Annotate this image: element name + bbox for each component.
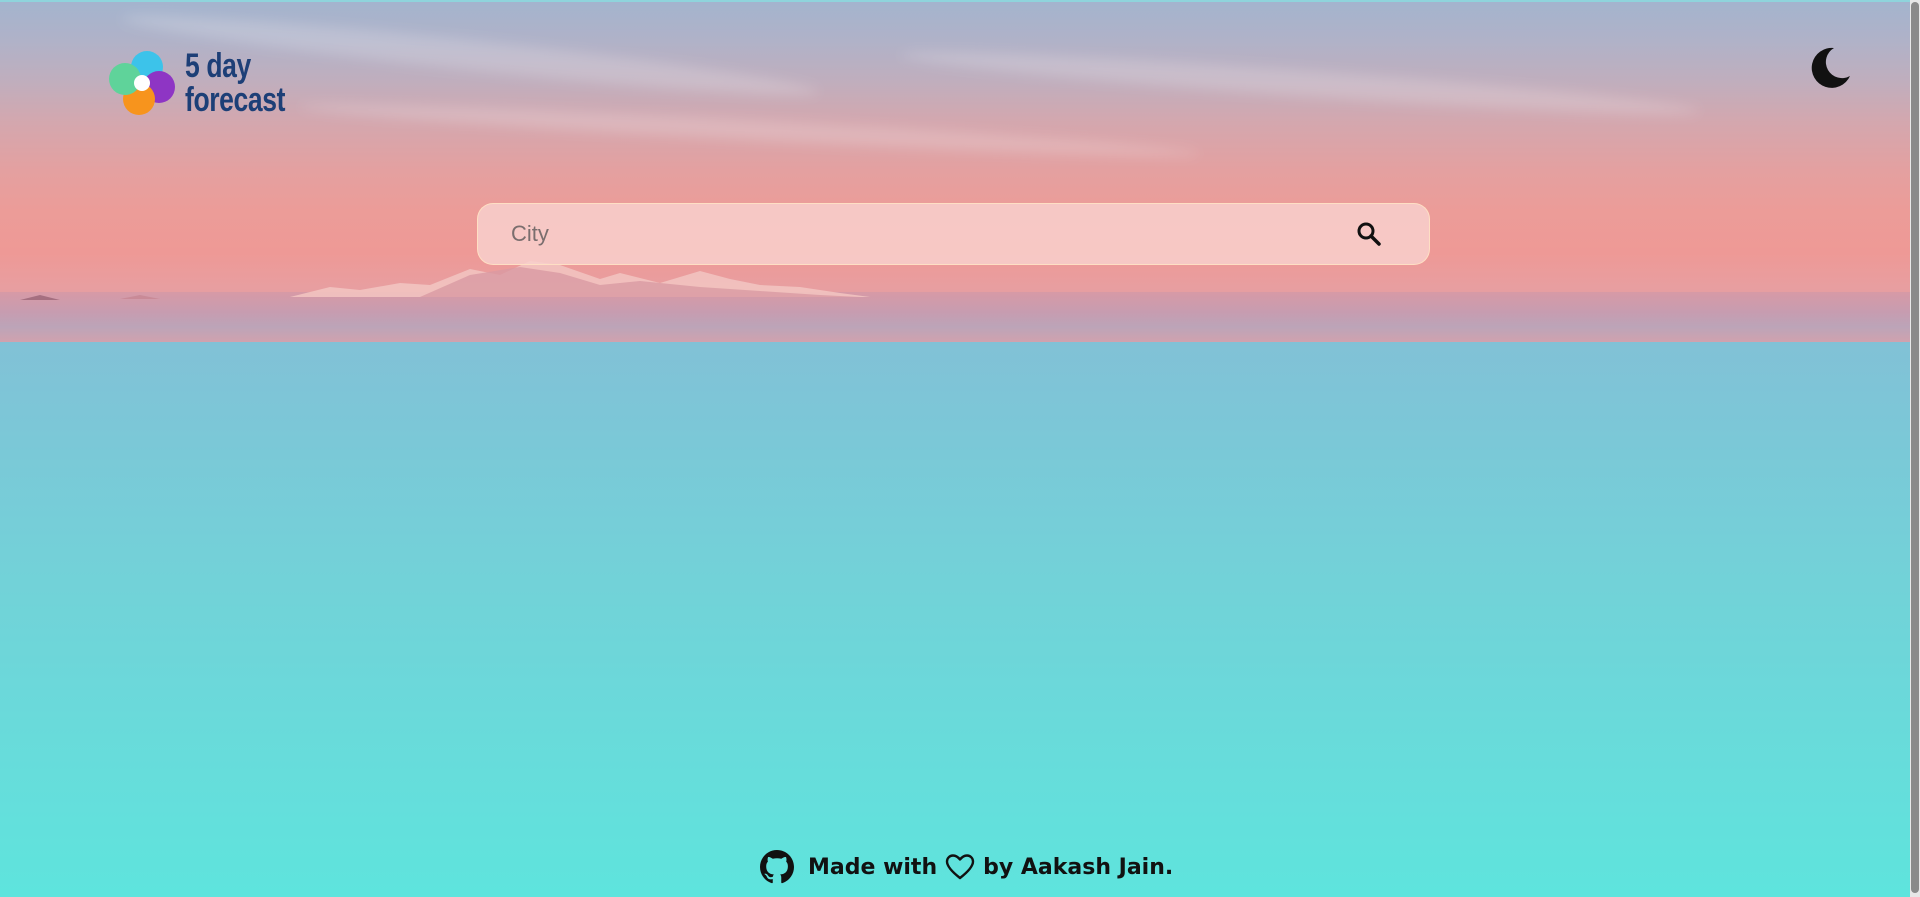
heart-outline-icon: [945, 854, 975, 880]
app-title-line2: forecast: [185, 81, 286, 119]
search-bar: [477, 203, 1430, 265]
github-icon[interactable]: [760, 850, 794, 884]
cloud-streak: [900, 42, 1700, 124]
cloud-streak: [300, 96, 1200, 164]
moon-icon: [1811, 47, 1850, 88]
app-logo[interactable]: 5 day forecast: [107, 47, 313, 119]
city-search-input[interactable]: [478, 204, 1349, 264]
search-icon: [1357, 222, 1381, 246]
page-scrollbar[interactable]: [1910, 0, 1920, 897]
footer-author: by Aakash Jain.: [983, 854, 1174, 880]
theme-toggle-button[interactable]: [1808, 44, 1854, 90]
scrollbar-thumb[interactable]: [1911, 2, 1919, 893]
footer: Made with by Aakash Jain.: [760, 850, 1173, 884]
app-title-line1: 5 day: [185, 47, 251, 85]
pinwheel-logo-icon: [109, 51, 175, 115]
top-border: [0, 0, 1910, 2]
footer-made-with: Made with: [808, 854, 938, 880]
search-button[interactable]: [1349, 214, 1389, 254]
app-title: 5 day forecast: [185, 49, 285, 117]
